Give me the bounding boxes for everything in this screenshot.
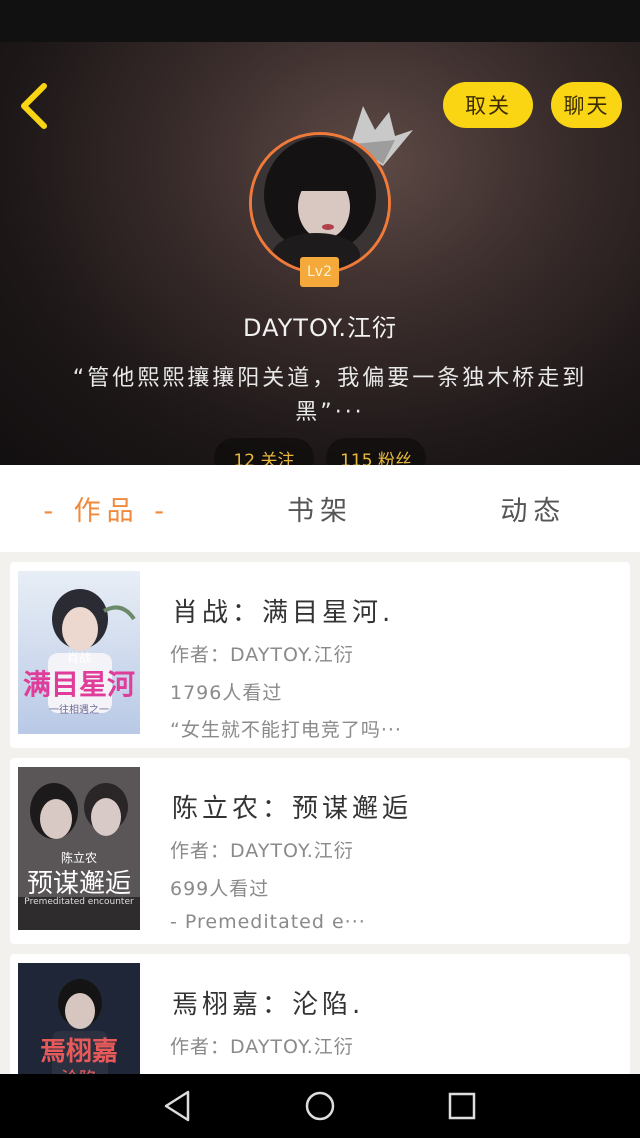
work-author: 作者：DAYTOY.江衍: [170, 840, 354, 862]
unfollow-button[interactable]: 取关: [443, 82, 533, 128]
work-excerpt: - Premeditated e···: [170, 911, 366, 933]
stats-row: 12 关注 115 粉丝: [0, 438, 640, 465]
cover-subtitle: 沦陷: [18, 1065, 140, 1074]
book-cover: 陈立农 预谋邂逅 Premeditated encounter: [18, 767, 140, 930]
work-excerpt: “女生就不能打电竞了吗···: [170, 719, 402, 741]
cover-title: 满目星河: [22, 668, 135, 701]
book-cover: 肖战 满目星河 一往相遇之一: [18, 571, 140, 734]
fans-count[interactable]: 115 粉丝: [326, 438, 426, 465]
back-arrow-icon[interactable]: [14, 80, 58, 132]
username: DAYTOY.江衍: [243, 314, 397, 342]
chat-button[interactable]: 聊天: [551, 82, 622, 128]
work-views: 699人看过: [170, 878, 270, 900]
cover-title: 预谋邂逅: [26, 869, 131, 899]
recents-nav-icon[interactable]: [444, 1088, 480, 1124]
works-list: 肖战 满目星河 一往相遇之一 肖战：满目星河. 作者：DAYTOY.江衍 179…: [0, 552, 640, 1074]
avatar[interactable]: [249, 132, 391, 274]
follow-count[interactable]: 12 关注: [214, 438, 314, 465]
tab-bar: - 作品 - 书架 动态: [0, 465, 640, 552]
work-title: 陈立农：预谋邂逅: [172, 794, 413, 824]
work-title: 焉栩嘉：沦陷.: [172, 990, 365, 1020]
tab-works[interactable]: - 作品 -: [0, 465, 213, 552]
work-title: 肖战：满目星河.: [172, 598, 395, 628]
cover-title: 焉栩嘉: [39, 1037, 118, 1067]
work-card[interactable]: 肖战 满目星河 一往相遇之一 肖战：满目星河. 作者：DAYTOY.江衍 179…: [10, 562, 630, 748]
tab-activity[interactable]: 动态: [427, 465, 640, 552]
work-views: 1796人看过: [170, 682, 283, 704]
home-nav-icon[interactable]: [302, 1088, 338, 1124]
work-card[interactable]: 陈立农 预谋邂逅 Premeditated encounter 陈立农：预谋邂逅…: [10, 758, 630, 944]
level-badge: Lv2: [300, 257, 339, 287]
tab-bookshelf[interactable]: 书架: [213, 465, 426, 552]
cover-subtitle: 一往相遇之一: [49, 705, 109, 716]
back-nav-icon[interactable]: [160, 1088, 196, 1124]
book-cover: 焉栩嘉 沦陷: [18, 963, 140, 1074]
avatar-image: [252, 135, 388, 271]
profile-header: 取关 聊天 Lv2 DAYTOY.江衍 “管他熙熙攘攘阳关道，我偏要一条独木桥走…: [0, 42, 640, 465]
work-author: 作者：DAYTOY.江衍: [170, 644, 354, 666]
work-author: 作者：DAYTOY.江衍: [170, 1036, 354, 1058]
status-bar: [0, 0, 640, 42]
signature-text: “管他熙熙攘攘阳关道，我偏要一条独木桥走到黑”···: [72, 366, 588, 425]
work-card[interactable]: 焉栩嘉 沦陷 焉栩嘉：沦陷. 作者：DAYTOY.江衍: [10, 954, 630, 1074]
system-nav-bar: [0, 1074, 640, 1138]
cover-subtitle: Premeditated encounter: [24, 897, 134, 907]
